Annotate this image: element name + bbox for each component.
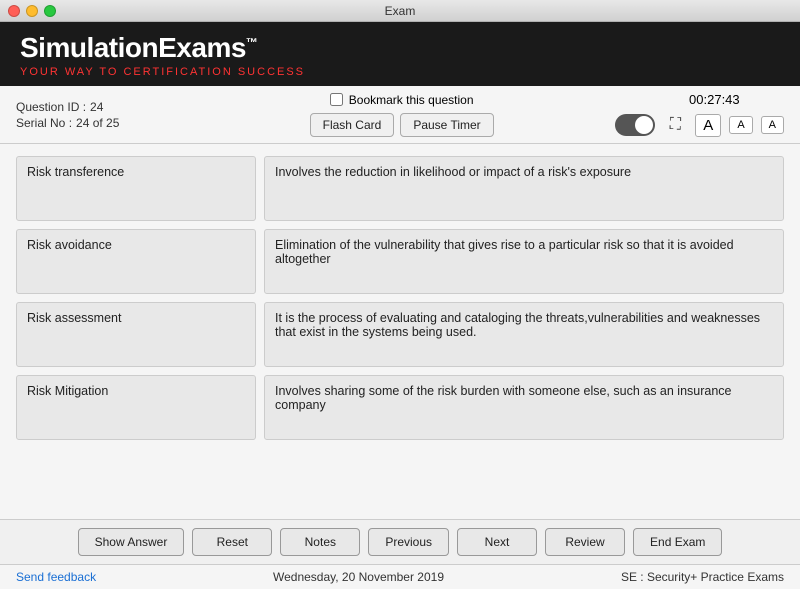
card-left-2: Risk assessment xyxy=(16,302,256,367)
flashcard-row-0: Risk transference Involves the reduction… xyxy=(16,156,784,221)
card-right-0: Involves the reduction in likelihood or … xyxy=(264,156,784,221)
font-small-button[interactable]: A xyxy=(695,114,721,137)
minimize-button[interactable] xyxy=(26,5,38,17)
info-bar: Question ID : 24 Serial No : 24 of 25 Bo… xyxy=(0,86,800,144)
font-medium-button[interactable]: A xyxy=(729,116,752,134)
serial-no-label: Serial No : xyxy=(16,116,72,130)
card-right-1: Elimination of the vulnerability that gi… xyxy=(264,229,784,294)
serial-no-row: Serial No : 24 of 25 xyxy=(16,116,196,130)
serial-no-value: 24 of 25 xyxy=(76,116,119,130)
card-left-1: Risk avoidance xyxy=(16,229,256,294)
logo-name: SimulationExams xyxy=(20,32,246,63)
logo-tm: ™ xyxy=(246,36,258,50)
end-exam-button[interactable]: End Exam xyxy=(633,528,722,556)
reset-button[interactable]: Reset xyxy=(192,528,272,556)
title-bar: Exam xyxy=(0,0,800,22)
toggle-switch[interactable] xyxy=(615,114,655,136)
card-right-3: Involves sharing some of the risk burden… xyxy=(264,375,784,440)
question-id-value: 24 xyxy=(90,100,103,114)
toggle-row: ⛶ A A A xyxy=(615,113,784,137)
controls-right: 00:27:43 ⛶ A A A xyxy=(615,92,784,137)
font-large-button[interactable]: A xyxy=(761,116,784,134)
flash-card-button[interactable]: Flash Card xyxy=(310,113,395,137)
review-button[interactable]: Review xyxy=(545,528,625,556)
window-title: Exam xyxy=(385,4,416,18)
bookmark-checkbox[interactable] xyxy=(330,93,343,106)
logo: SimulationExams™ xyxy=(20,32,780,64)
card-left-3: Risk Mitigation xyxy=(16,375,256,440)
question-id-row: Question ID : 24 xyxy=(16,100,196,114)
bookmark-label: Bookmark this question xyxy=(349,93,474,107)
fullscreen-icon[interactable]: ⛶ xyxy=(663,113,687,137)
feedback-link[interactable]: Send feedback xyxy=(16,570,96,584)
status-bar: Send feedback Wednesday, 20 November 201… xyxy=(0,564,800,589)
info-center: Bookmark this question Flash Card Pause … xyxy=(196,93,607,137)
card-left-0: Risk transference xyxy=(16,156,256,221)
status-exam-title: SE : Security+ Practice Exams xyxy=(621,570,784,584)
bookmark-row: Bookmark this question xyxy=(330,93,474,107)
bottom-toolbar: Show Answer Reset Notes Previous Next Re… xyxy=(0,519,800,564)
notes-button[interactable]: Notes xyxy=(280,528,360,556)
main-content: Risk transference Involves the reduction… xyxy=(0,144,800,519)
logo-subtitle: YOUR WAY TO CERTIFICATION SUCCESS xyxy=(20,66,780,78)
timer-display: 00:27:43 xyxy=(660,92,740,107)
info-buttons: Flash Card Pause Timer xyxy=(310,113,494,137)
question-id-label: Question ID : xyxy=(16,100,86,114)
close-button[interactable] xyxy=(8,5,20,17)
window-controls[interactable] xyxy=(8,5,56,17)
next-button[interactable]: Next xyxy=(457,528,537,556)
pause-timer-button[interactable]: Pause Timer xyxy=(400,113,493,137)
show-answer-button[interactable]: Show Answer xyxy=(78,528,185,556)
status-date: Wednesday, 20 November 2019 xyxy=(273,570,444,584)
flashcard-row-3: Risk Mitigation Involves sharing some of… xyxy=(16,375,784,440)
info-left: Question ID : 24 Serial No : 24 of 25 xyxy=(16,100,196,130)
app-header: SimulationExams™ YOUR WAY TO CERTIFICATI… xyxy=(0,22,800,86)
maximize-button[interactable] xyxy=(44,5,56,17)
flashcard-row-2: Risk assessment It is the process of eva… xyxy=(16,302,784,367)
previous-button[interactable]: Previous xyxy=(368,528,449,556)
flashcard-row-1: Risk avoidance Elimination of the vulner… xyxy=(16,229,784,294)
card-right-2: It is the process of evaluating and cata… xyxy=(264,302,784,367)
